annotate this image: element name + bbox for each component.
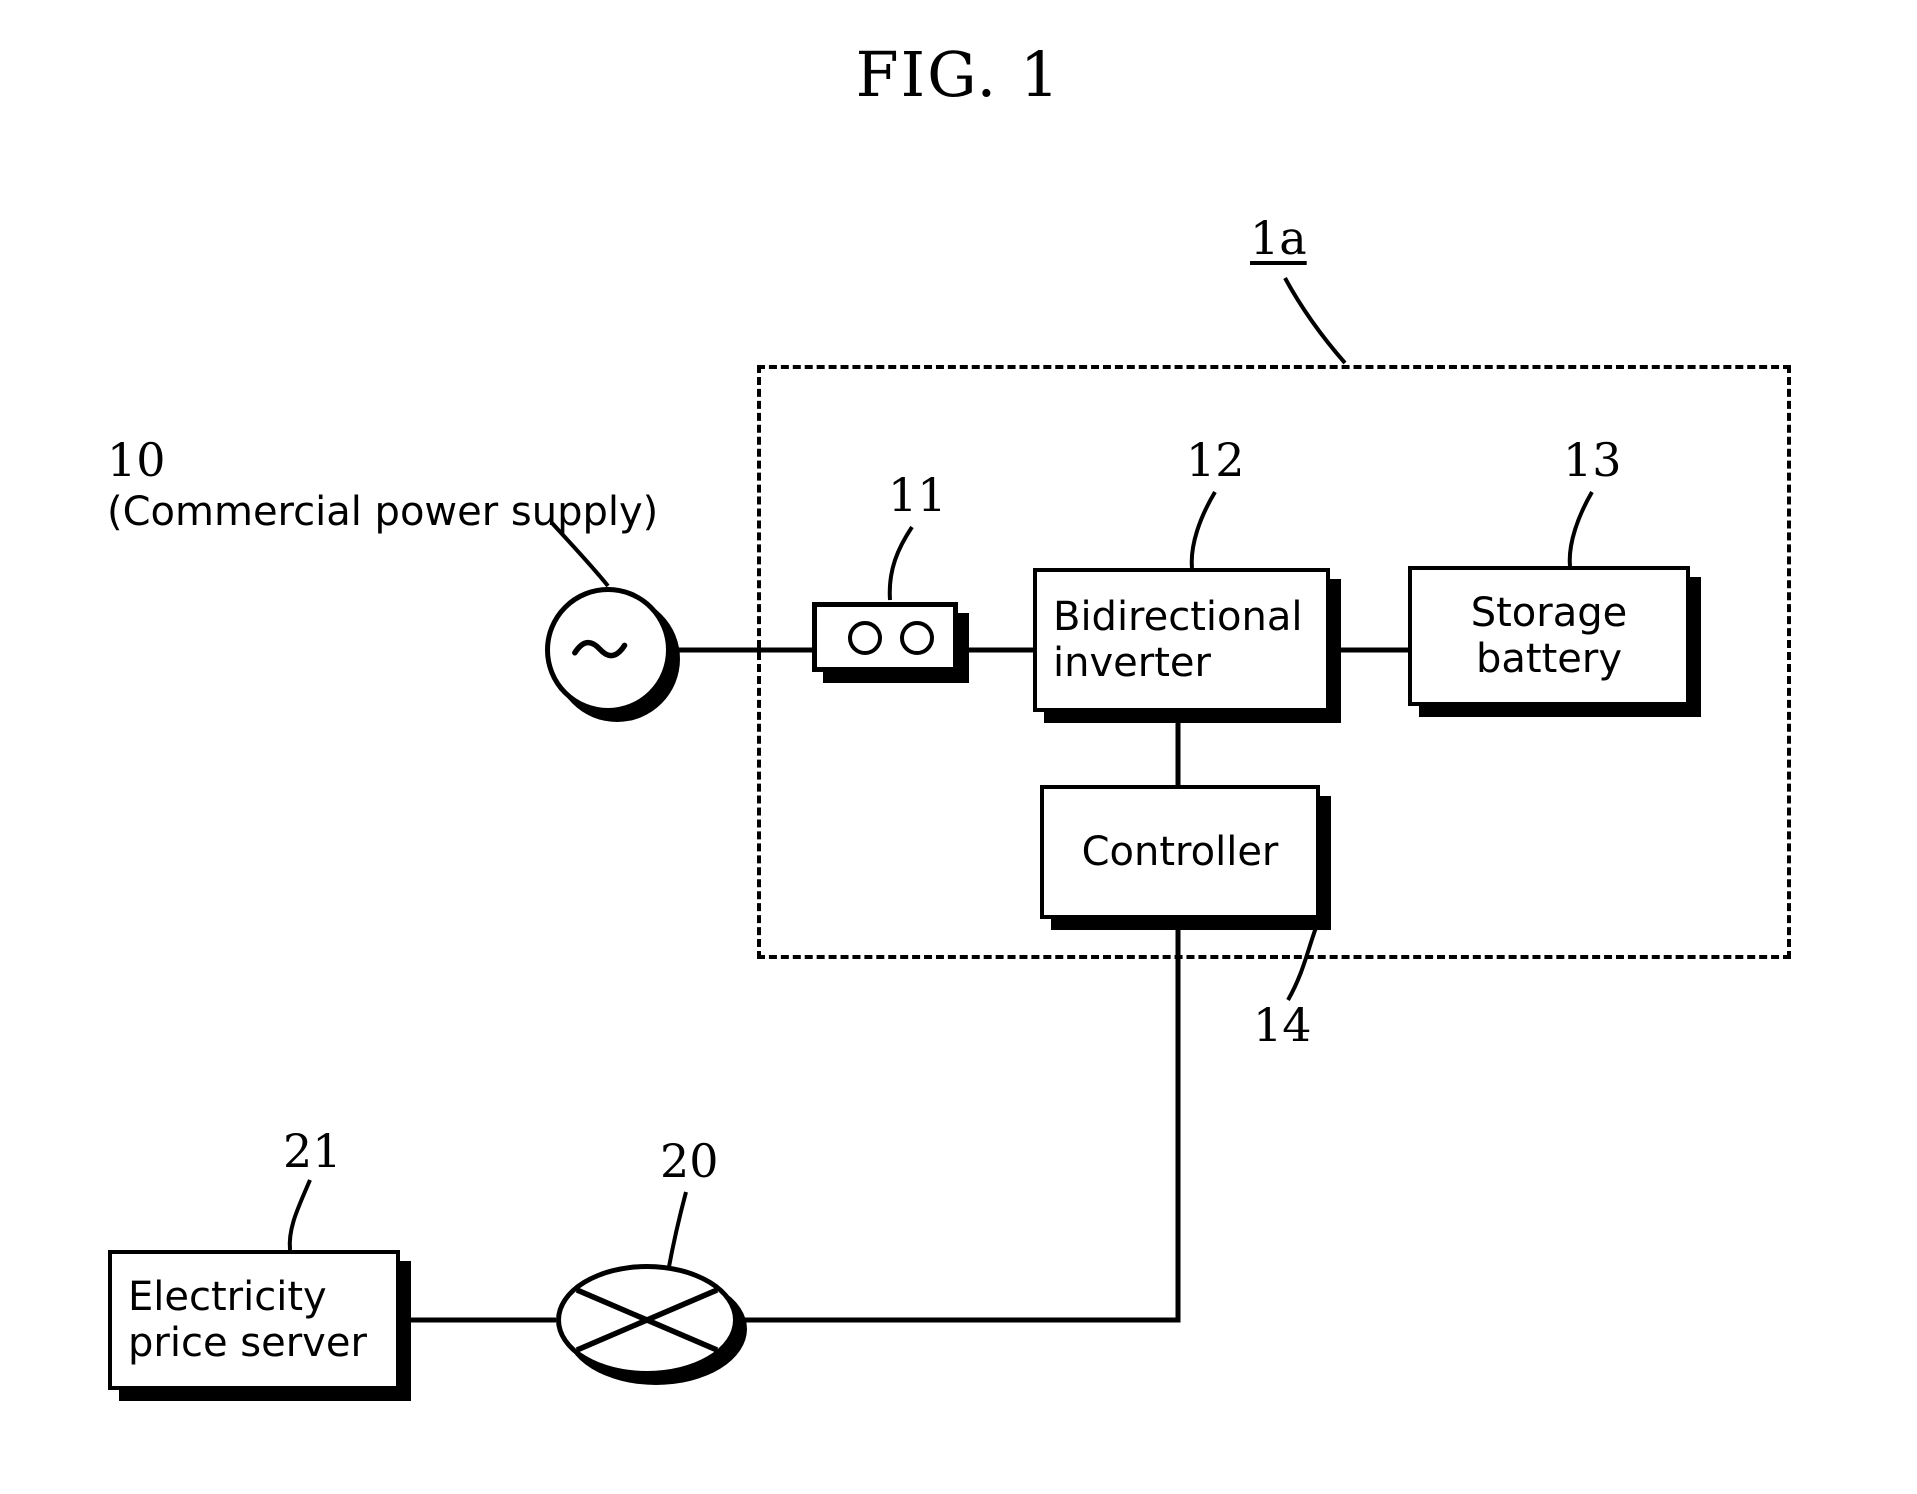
leader-line-20 bbox=[666, 1191, 688, 1273]
bidirectional-inverter-box: Bidirectional inverter bbox=[1033, 568, 1330, 712]
electricity-price-server-box: Electricity price server bbox=[108, 1250, 400, 1390]
outlet-hole-right bbox=[900, 621, 934, 655]
bidirectional-inverter-label: Bidirectional inverter bbox=[1053, 594, 1303, 686]
ref-num-10: 10 bbox=[107, 433, 166, 487]
ac-source-icon bbox=[545, 587, 671, 713]
network-cloud-icon bbox=[556, 1264, 738, 1376]
patent-figure: FIG. 1 1a 10 (Commercial power supply) 1… bbox=[0, 0, 1917, 1494]
power-supply-label: (Commercial power supply) bbox=[107, 489, 659, 535]
power-outlet-icon bbox=[812, 602, 958, 672]
wire-controller-to-network bbox=[738, 918, 1181, 1323]
outlet-hole-left bbox=[848, 621, 882, 655]
ref-num-20: 20 bbox=[660, 1134, 719, 1188]
ref-num-1a: 1a bbox=[1250, 211, 1307, 265]
electricity-price-server-label: Electricity price server bbox=[128, 1274, 367, 1366]
leader-line-1a bbox=[1283, 277, 1347, 365]
storage-battery-label: Storage battery bbox=[1470, 590, 1628, 682]
controller-box: Controller bbox=[1040, 785, 1320, 919]
ref-num-14: 14 bbox=[1253, 998, 1312, 1052]
figure-title: FIG. 1 bbox=[855, 38, 1062, 111]
leader-line-21 bbox=[287, 1179, 312, 1251]
storage-battery-box: Storage battery bbox=[1408, 566, 1690, 706]
controller-label: Controller bbox=[1081, 829, 1279, 875]
ref-num-21: 21 bbox=[283, 1124, 342, 1178]
